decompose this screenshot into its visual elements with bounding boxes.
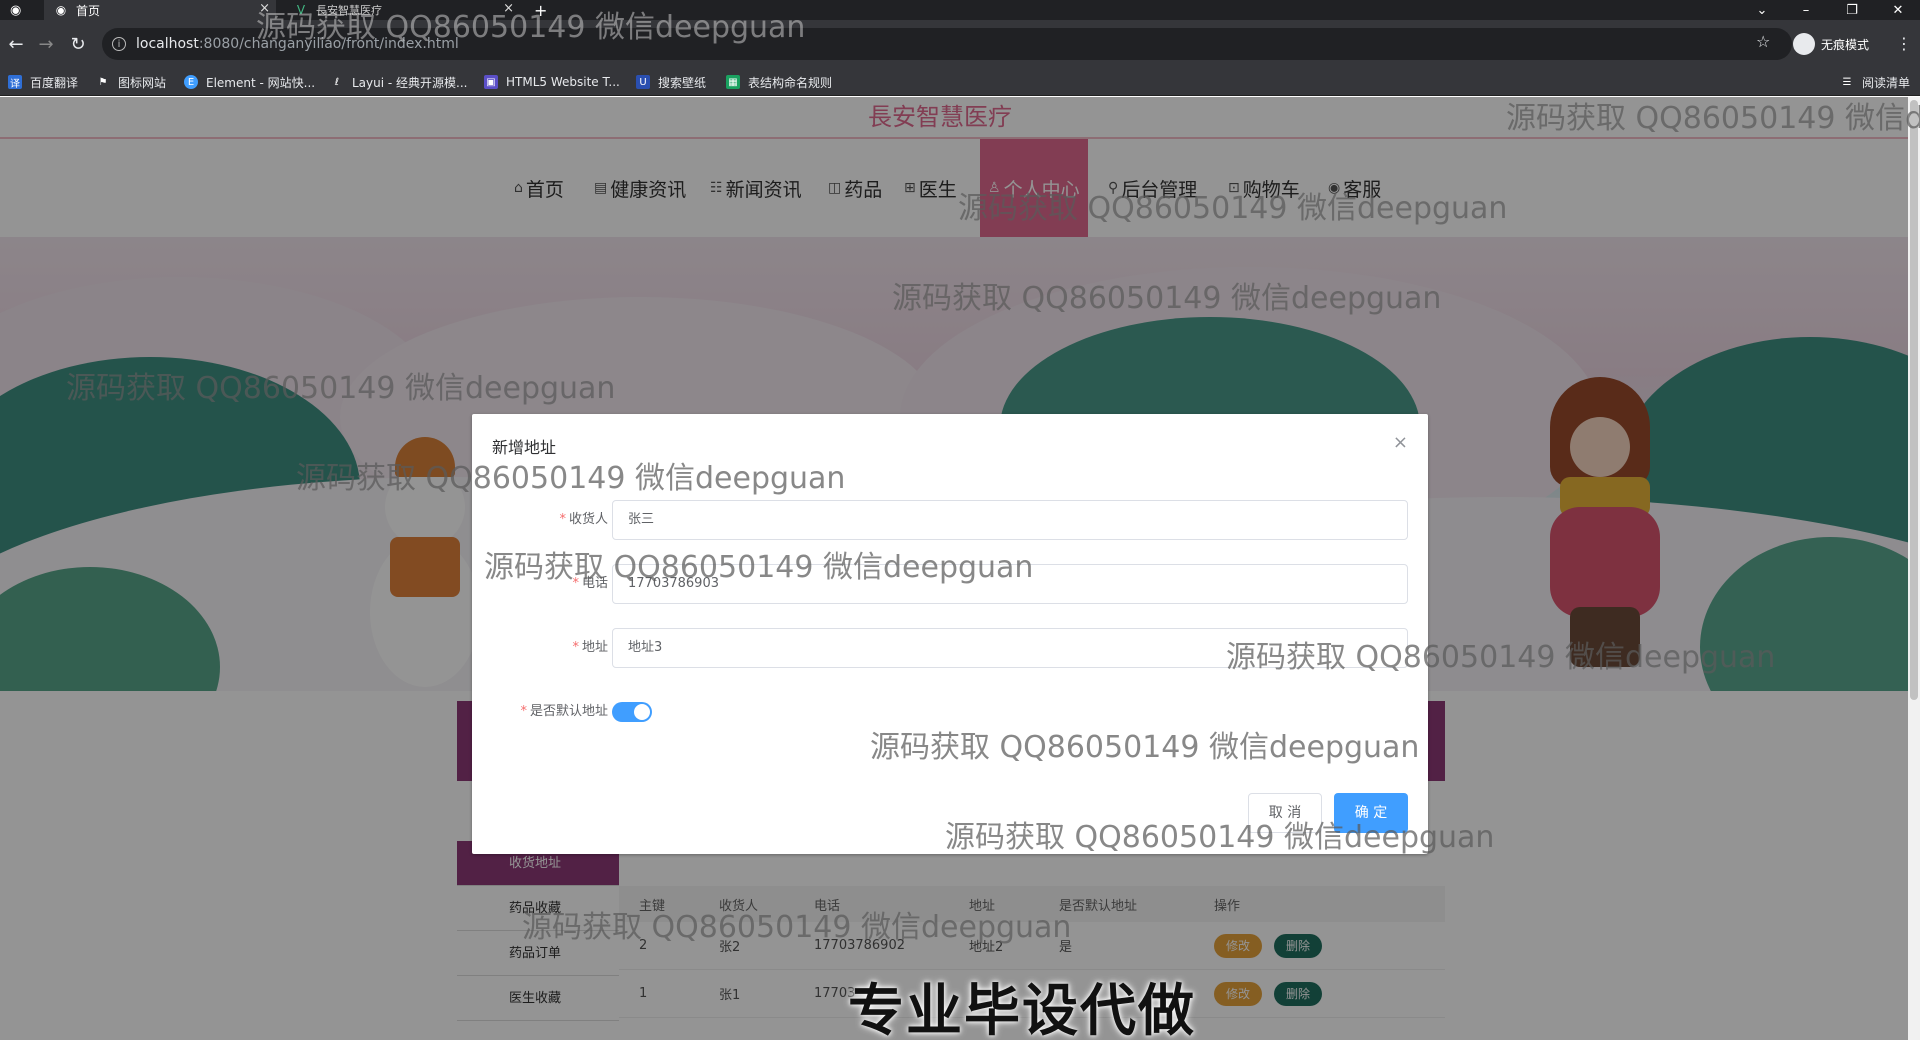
reading-list-label: 阅读清单 <box>1862 75 1911 90</box>
toggle-knob <box>634 704 650 720</box>
flag-icon: ⚑ <box>98 76 108 88</box>
html5-icon: ▣ <box>484 75 498 89</box>
watermark: 源码获取 QQ86050149 微信deepguan <box>945 820 1495 855</box>
watermark: 源码获取 QQ86050149 微信deepguan <box>892 281 1442 316</box>
bookmark-item[interactable]: E Element - 网站快... <box>184 68 315 96</box>
profile-label: 无痕模式 <box>1821 37 1870 52</box>
wallpaper-icon: U <box>636 75 650 89</box>
label-text: 收货人 <box>568 512 608 527</box>
field-label: * 地址 <box>572 628 608 668</box>
restore-icon[interactable]: ❐ <box>1830 0 1874 20</box>
scrollbar-thumb[interactable] <box>1910 100 1918 700</box>
bookmark-item[interactable]: ℓ Layui - 经典开源模... <box>330 68 468 96</box>
browser-logo-icon: ◉ <box>10 2 22 18</box>
layui-icon: ℓ <box>334 76 340 88</box>
bookmark-label: Layui - 经典开源模... <box>352 75 468 90</box>
bookmark-label: Element - 网站快... <box>206 75 316 90</box>
tab-home[interactable]: ◉ 首页 × <box>44 0 276 20</box>
incognito-icon <box>1793 33 1815 55</box>
label-text: 地址 <box>581 640 608 655</box>
translate-icon: 译 <box>8 75 22 90</box>
watermark: 源码获取 QQ86050149 微信deepguan <box>522 910 1072 945</box>
url-host: localhost <box>136 36 199 52</box>
sheet-icon: ▦ <box>726 75 740 89</box>
field-label: * 是否默认地址 <box>520 692 608 732</box>
globe-icon: ◉ <box>55 3 67 17</box>
required-mark: * <box>559 512 566 527</box>
watermark: 源码获取 QQ86050149 微信deepguan <box>66 371 616 406</box>
bookmarks-bar: 译百度翻译 ⚑ 图标网站 E Element - 网站快... ℓ Layui - 经… <box>0 68 1920 96</box>
incognito-profile[interactable]: 无痕模式 <box>1793 30 1869 58</box>
watermark: 源码获取 QQ86050149 微信deepguan <box>296 461 846 496</box>
reload-icon[interactable]: ↻ <box>66 32 90 56</box>
bookmark-item[interactable]: ⚑ 图标网站 <box>96 68 167 96</box>
window-close-icon[interactable]: ✕ <box>1876 0 1920 20</box>
close-icon[interactable]: × <box>1393 432 1408 453</box>
info-icon[interactable]: i <box>112 37 126 51</box>
tab-title: 首页 <box>76 3 101 18</box>
receiver-input[interactable]: 张三 <box>612 500 1408 540</box>
browser-menu-icon[interactable]: ⋮ <box>1896 34 1912 53</box>
bookmark-label: 图标网站 <box>118 75 167 90</box>
field-label: * 收货人 <box>559 500 608 540</box>
watermark: 源码获取 QQ86050149 微信deepguan <box>484 550 1034 585</box>
bookmark-label: HTML5 Website T... <box>506 75 620 89</box>
forward-icon[interactable]: → <box>34 32 58 56</box>
bookmark-label: 表结构命名规则 <box>748 75 833 90</box>
required-mark: * <box>520 704 527 719</box>
form-row-receiver: * 收货人 张三 <box>472 500 1428 540</box>
bookmark-item[interactable]: ▦ 表结构命名规则 <box>726 68 832 96</box>
reading-list-icon: ☰ <box>1842 76 1852 88</box>
default-address-toggle[interactable] <box>612 702 652 722</box>
label-text: 是否默认地址 <box>529 704 608 719</box>
back-icon[interactable]: ← <box>4 32 28 56</box>
watermark: 源码获取 QQ86050149 微信deepguan <box>870 730 1420 765</box>
bookmark-label: 百度翻译 <box>30 75 79 90</box>
watermark: 源码获取 QQ86050149 微信deepguan <box>1506 101 1920 136</box>
watermark: 源码获取 QQ86050149 微信deepguan <box>1226 640 1776 675</box>
watermark: 源码获取 QQ86050149 微信deepguan <box>958 191 1508 226</box>
reading-list[interactable]: ☰ 阅读清单 <box>1840 68 1911 96</box>
bookmark-item[interactable]: U 搜索壁纸 <box>636 68 706 96</box>
watermark: 源码获取 QQ86050149 微信deepguan <box>256 10 806 45</box>
required-mark: * <box>572 640 579 655</box>
promo-banner-text: 专业毕设代做 <box>848 979 1196 1040</box>
tab-search-icon[interactable]: ⌄ <box>1740 0 1784 20</box>
minimize-icon[interactable]: – <box>1784 0 1828 20</box>
element-icon: E <box>184 75 198 89</box>
bookmark-star-icon[interactable]: ☆ <box>1756 32 1770 51</box>
bookmark-item[interactable]: ▣ HTML5 Website T... <box>484 68 620 96</box>
bookmark-label: 搜索壁纸 <box>658 75 707 90</box>
bookmark-item[interactable]: 译百度翻译 <box>8 68 78 96</box>
